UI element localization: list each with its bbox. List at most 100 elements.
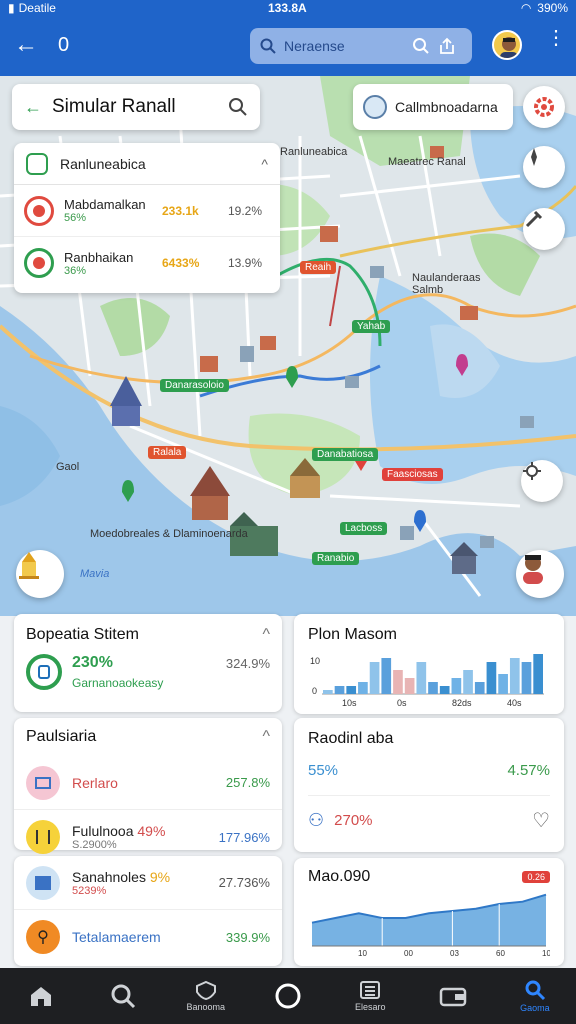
radial-card[interactable]: Raodinl aba 55% 4.57% ⚇ 270% ♡ [294, 718, 564, 852]
paulsiaria-card[interactable]: Paulsiaria ^ Rerlaro 257.8% Fululnooa 49… [14, 718, 282, 854]
plan-x-label: 0s [397, 698, 407, 708]
map-tag-3[interactable]: Ralala [148, 446, 187, 459]
chevron-up-icon[interactable]: ^ [262, 728, 270, 746]
place-label: Callmbnoadarna [395, 99, 498, 115]
route-search-icon[interactable] [228, 97, 248, 117]
search-icon [111, 984, 136, 1009]
nav-home[interactable] [9, 972, 73, 1020]
tools-fab[interactable] [523, 208, 565, 250]
settings-button[interactable] [523, 86, 565, 128]
columns-icon [26, 820, 60, 854]
list-item[interactable]: Rerlaro 257.8% [14, 756, 282, 810]
map-tag-2[interactable]: Danarasoloio [160, 379, 229, 392]
mao-x-label: 00 [404, 949, 413, 958]
plan-bar [381, 658, 392, 694]
landmark-fab[interactable] [16, 550, 64, 598]
operation-card[interactable]: Bopeatia Stitem ^ 230% Garnanoaokeasy 32… [14, 614, 282, 712]
route-card[interactable]: ← Simular Ranall [12, 84, 260, 130]
plan-bar [428, 682, 438, 694]
ranking-row[interactable]: Mabdamalkan 56% 233.1k 19.2% [14, 185, 280, 237]
tools-icon [525, 210, 543, 228]
signal-icon: ▮ [8, 1, 15, 15]
route-back-icon[interactable]: ← [24, 97, 42, 118]
map-label-waterfront: Moedobreales & Dlaminoenarda [90, 528, 248, 540]
map-tag-4[interactable]: Yahab [352, 320, 391, 333]
person-avatar-icon [523, 555, 543, 584]
more-menu-icon[interactable]: ⋮ [546, 28, 566, 48]
map-label-area: Maeatrec Ranal [388, 156, 466, 168]
ranking-panel: Ranluneabica ^ Mabdamalkan 56% 233.1k 19… [14, 143, 280, 293]
search-icon [260, 38, 276, 54]
plan-card[interactable]: Plon Masom 10 0 10s 0s 82ds 40s [294, 614, 564, 714]
list-icon [360, 981, 381, 999]
compass-fab[interactable] [523, 146, 565, 188]
mao-title: Mao.090 [308, 868, 371, 885]
map-tag-5[interactable]: Danabatiosa [312, 448, 379, 461]
operation-value: 324.9% [225, 656, 270, 671]
radial-value: 270% [334, 812, 373, 829]
ranking-name: Ranbhaikan [64, 249, 134, 265]
location-icon [523, 462, 541, 480]
list-item-name: Rerlaro [72, 774, 118, 791]
nav-center[interactable] [256, 972, 320, 1020]
back-arrow-icon[interactable]: ← [14, 33, 38, 58]
nav-wallet[interactable] [421, 972, 485, 1020]
plan-bar-chart: 10 0 10s 0s 82ds 40s [310, 654, 544, 708]
list-item-value: 339.9% [225, 929, 270, 945]
ranking-value: 6433% [162, 256, 200, 270]
plan-y-tick: 10 [310, 656, 320, 666]
plan-bar [463, 670, 473, 694]
map-label-harbor: Gaol [56, 461, 80, 473]
app-title: 0 [58, 34, 70, 56]
gear-icon [534, 97, 554, 117]
list-item[interactable]: Sanahnoles 9% 5239% 27.736% [14, 856, 282, 910]
operation-pct: 230% [72, 654, 113, 671]
list-item[interactable]: ⚲ Tetalamaerem 339.9% [14, 910, 282, 964]
status-left-text: Deatile [18, 1, 56, 15]
nav-elesaro-label: Elesaro [355, 1002, 386, 1012]
profile-fab[interactable] [516, 550, 564, 598]
nav-search[interactable] [91, 972, 155, 1020]
list-item-sub: S.2900% [72, 839, 117, 851]
list-item-sub: 5239% [72, 884, 107, 897]
calendar-icon [26, 765, 60, 800]
operation-title: Bopeatia Stitem [26, 626, 139, 643]
map-label-district: Ranluneabica [280, 146, 348, 158]
mao-x-label: 1000 [542, 949, 550, 958]
ranking-row[interactable]: Ranbhaikan 36% 6433% 13.9% [14, 237, 280, 289]
plan-x-label: 10s [342, 698, 357, 708]
search-input[interactable] [284, 38, 404, 54]
heart-icon[interactable]: ♡ [532, 808, 550, 833]
map-tag-1[interactable]: Reaih [300, 261, 337, 274]
ranking-name: Mabdamalkan [64, 197, 146, 212]
list-item-value: 177.96% [218, 829, 270, 845]
chevron-up-icon[interactable]: ^ [261, 156, 268, 172]
map-tag-8[interactable]: Ranabio [312, 552, 360, 565]
list-item-value: 27.736% [218, 875, 270, 890]
search-submit-icon[interactable] [412, 37, 430, 55]
mao-card[interactable]: Mao.090 0.26 100003601000 [294, 858, 564, 966]
ranking-header[interactable]: Ranluneabica ^ [14, 143, 280, 185]
plan-bar [404, 678, 415, 694]
status-bar: ▮ Deatile 133.8A ◠ 390% [0, 0, 576, 16]
sanahnoles-card[interactable]: Sanahnoles 9% 5239% 27.736% ⚲ Tetalamaer… [14, 856, 282, 966]
nav-elesaro[interactable]: Elesaro [338, 972, 402, 1020]
nav-banooma-label: Banooma [186, 1002, 225, 1012]
location-fab[interactable] [521, 460, 563, 502]
search-active-icon [525, 980, 545, 1001]
radial-pct-left: 55% [308, 762, 339, 779]
ranking-sub: 56% [64, 212, 87, 224]
plan-bar [393, 670, 403, 694]
search-box[interactable] [250, 28, 472, 64]
share-icon[interactable] [438, 37, 456, 55]
nav-banooma[interactable]: Banooma [174, 972, 238, 1020]
map-tag-7[interactable]: Lacboss [340, 522, 388, 535]
nav-gaoma[interactable]: Gaoma [503, 972, 567, 1020]
plan-bar [323, 690, 333, 694]
chevron-up-icon[interactable]: ^ [262, 626, 270, 644]
avatar[interactable] [492, 30, 522, 60]
map-tag-6[interactable]: Faasciosas [382, 468, 443, 481]
home-icon [31, 987, 52, 1006]
place-card[interactable]: Callmbnoadarna [353, 84, 513, 130]
ranking-icon [26, 152, 48, 175]
